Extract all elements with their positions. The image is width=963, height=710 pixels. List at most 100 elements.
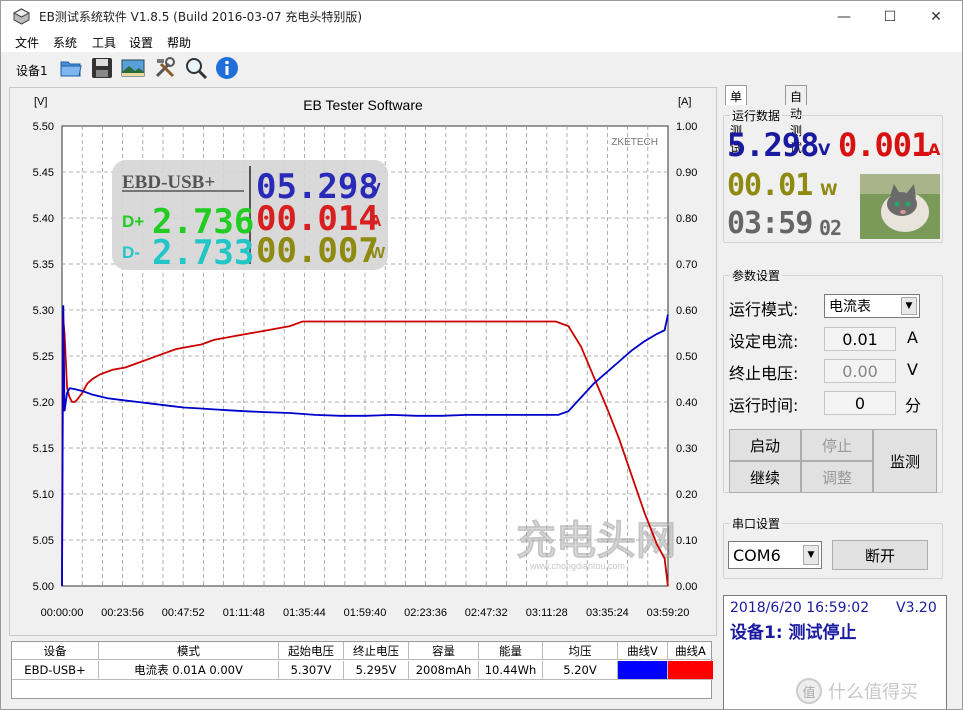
smzdm-logo-icon: 值 — [796, 678, 822, 704]
stop-button[interactable]: 停止 — [801, 429, 873, 461]
mode-label: 运行模式: — [729, 300, 799, 319]
col-header-capacity: 容量 — [409, 642, 479, 659]
continue-button[interactable]: 继续 — [729, 461, 801, 493]
cell-avg-voltage: 5.20V — [543, 661, 618, 679]
cell-curve-a-swatch[interactable] — [668, 661, 713, 679]
left-y-ticks: 5.50 5.45 5.40 5.35 5.30 5.25 5.20 5.15 5.10 5.05… — [33, 121, 54, 593]
set-current-input[interactable]: 0.01 — [824, 327, 896, 351]
cell-curve-v-swatch[interactable] — [618, 661, 668, 679]
y2-tick-label: 0.90 — [676, 167, 697, 179]
inset-voltage-unit: V — [370, 181, 381, 198]
x-tick-label: 03:59:20 — [647, 607, 690, 619]
x-tick-label: 01:11:48 — [223, 607, 265, 619]
menu-tools[interactable]: 工具 — [92, 34, 116, 51]
right-axis-unit: [A] — [678, 96, 691, 108]
table-divider — [12, 679, 713, 680]
y-tick-label: 5.05 — [33, 535, 54, 547]
x-tick-label: 01:59:40 — [344, 607, 387, 619]
smzdm-watermark: 值 什么值得买 — [796, 676, 946, 706]
tools-icon[interactable] — [153, 56, 177, 80]
y2-tick-label: 0.50 — [676, 351, 697, 363]
run-power: 00.01 — [727, 168, 813, 203]
run-voltage: 5.298 — [727, 126, 819, 164]
logo-chinese: 充电头网 — [516, 518, 676, 564]
params-group: 参数设置 运行模式: 电流表 ▼ 设定电流: 0.01 A 终止电压: 0.00… — [723, 267, 943, 493]
image-icon[interactable] — [121, 56, 145, 80]
col-header-start-voltage: 起始电压 — [279, 642, 344, 659]
maximize-button[interactable]: ☐ — [867, 1, 913, 32]
y2-tick-label: 0.30 — [676, 443, 697, 455]
y2-tick-label: 0.40 — [676, 397, 697, 409]
close-button[interactable]: ✕ — [913, 1, 959, 32]
params-title: 参数设置 — [730, 267, 783, 284]
voltage-current-chart: EB Tester Software [V] [A] ZKETECH 5.505… — [33, 96, 698, 619]
mode-select-value: 电流表 — [829, 299, 871, 315]
tab-auto-test[interactable]: 自动测试 — [785, 85, 808, 155]
left-axis-unit: [V] — [34, 96, 47, 108]
results-table: 设备 模式 起始电压 终止电压 容量 能量 均压 曲线V 曲线A EBD-USB… — [11, 641, 713, 699]
inset-current-unit: A — [370, 213, 382, 230]
run-current-unit: A — [928, 140, 941, 159]
run-time-unit: 分 — [905, 396, 922, 415]
chart-panel: EB Tester Software [V] [A] ZKETECH 5.50 5… — [9, 87, 717, 636]
right-y-ticks: 1.00 0.90 0.80 0.70 0.60 0.50 0.40 0.30 0.20 0.10… — [676, 121, 697, 593]
disconnect-button[interactable]: 断开 — [832, 540, 928, 570]
zketech-watermark: ZKETECH — [611, 137, 658, 148]
col-header-curve-v: 曲线V — [618, 642, 668, 659]
menu-system[interactable]: 系统 — [53, 34, 77, 51]
open-folder-icon[interactable] — [59, 56, 83, 80]
x-tick-label: 03:35:24 — [586, 607, 629, 619]
stop-voltage-input[interactable]: 0.00 — [824, 359, 896, 383]
y2-tick-label: 0.00 — [676, 581, 697, 593]
col-header-end-voltage: 终止电压 — [344, 642, 409, 659]
com-port-value: COM6 — [733, 545, 781, 565]
smzdm-text: 什么值得买 — [828, 682, 918, 703]
x-tick-label: 01:35:44 — [283, 607, 326, 619]
col-header-avg-voltage: 均压 — [543, 642, 618, 659]
stop-voltage-label: 终止电压: — [729, 364, 799, 383]
device-label[interactable]: 设备1 — [16, 62, 48, 79]
logo-url: www.chongdiantou.com — [529, 561, 625, 571]
run-voltage-unit: V — [818, 140, 831, 159]
meter-inset: EBD-USB+ D+ 2.736 D- 2.733 05.298 V 00.0… — [112, 160, 388, 273]
mode-select[interactable]: 电流表 ▼ — [824, 294, 920, 318]
app-icon — [13, 8, 30, 25]
y-tick-label: 5.20 — [33, 397, 54, 409]
status-panel: 2018/6/20 16:59:02 V3.20 设备1: 测试停止 值 什么值… — [723, 595, 947, 709]
y-tick-label: 5.25 — [33, 351, 54, 363]
y-tick-label: 5.35 — [33, 259, 54, 271]
menu-settings[interactable]: 设置 — [129, 34, 153, 51]
x-tick-label: 00:47:52 — [162, 607, 205, 619]
chevron-down-icon[interactable]: ▼ — [901, 297, 917, 315]
chevron-down-icon[interactable]: ▼ — [803, 545, 819, 565]
x-tick-label: 03:11:28 — [526, 607, 568, 619]
monitor-button[interactable]: 监测 — [873, 429, 937, 493]
info-icon[interactable] — [215, 56, 239, 80]
search-icon[interactable] — [184, 56, 208, 80]
col-header-mode: 模式 — [99, 642, 279, 659]
run-time-input[interactable]: 0 — [824, 391, 896, 415]
adjust-button[interactable]: 调整 — [801, 461, 873, 493]
inset-power-unit: W — [370, 245, 386, 262]
start-button[interactable]: 启动 — [729, 429, 801, 461]
title-bar: EB测试系统软件 V1.8.5 (Build 2016-03-07 充电头特别版… — [1, 1, 962, 32]
menu-help[interactable]: 帮助 — [167, 34, 191, 51]
serial-group: 串口设置 COM6 ▼ 断开 — [723, 515, 943, 579]
y-tick-label: 5.30 — [33, 305, 54, 317]
cell-capacity: 2008mAh — [409, 661, 479, 679]
save-icon[interactable] — [90, 56, 114, 80]
toolbar: 设备1 — [1, 53, 962, 83]
minimize-button[interactable]: — — [821, 1, 867, 32]
status-datetime: 2018/6/20 16:59:02 — [730, 600, 870, 616]
run-time-seconds: 02 — [819, 216, 842, 240]
table-header-row: 设备 模式 起始电压 终止电压 容量 能量 均压 曲线V 曲线A — [12, 642, 713, 660]
menu-file[interactable]: 文件 — [15, 34, 39, 51]
table-row[interactable]: EBD-USB+ 电流表 0.01A 0.00V 5.307V 5.295V 2… — [12, 661, 713, 679]
inset-dplus-label: D+ — [122, 212, 144, 231]
y2-tick-label: 0.60 — [676, 305, 697, 317]
y-tick-label: 5.10 — [33, 489, 54, 501]
tab-single-test[interactable]: 单次测试 — [725, 85, 748, 155]
close-icon: ✕ — [930, 8, 942, 25]
serial-title: 串口设置 — [730, 515, 783, 532]
com-port-select[interactable]: COM6 ▼ — [728, 541, 822, 569]
